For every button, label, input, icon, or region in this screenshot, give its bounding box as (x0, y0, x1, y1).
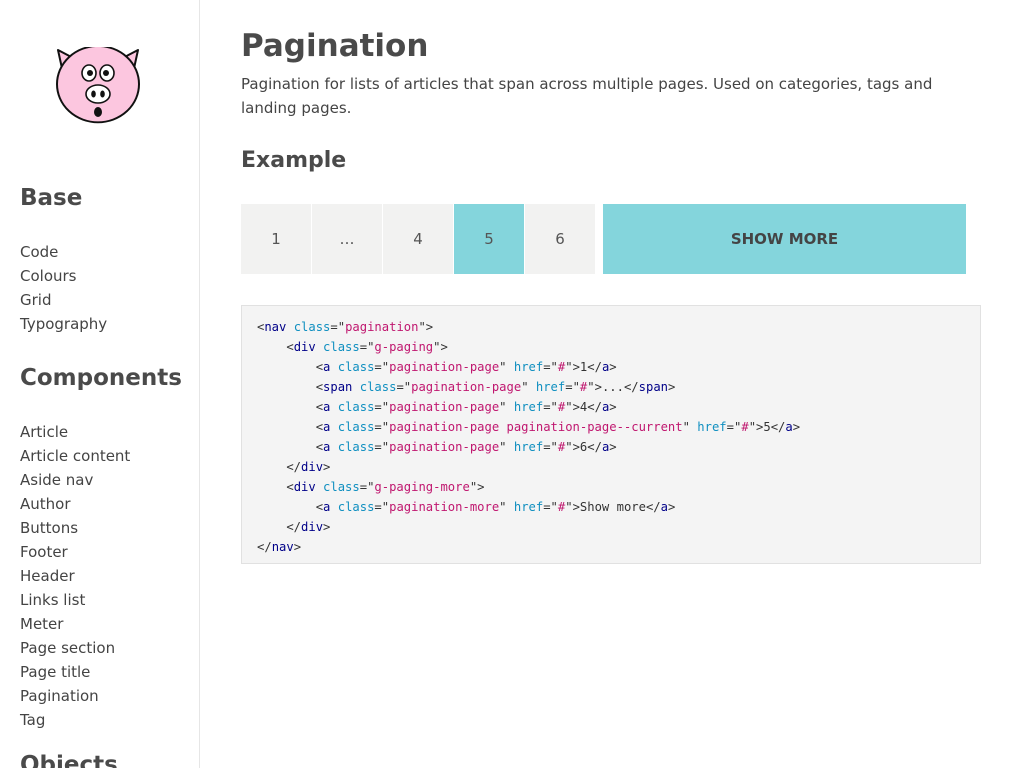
sidebar-item-links-list[interactable]: Links list (20, 588, 130, 612)
code-line: <a class="pagination-page pagination-pag… (257, 420, 801, 434)
code-line: <a class="pagination-page" href="#">6</a… (257, 440, 617, 454)
sidebar-item-footer[interactable]: Footer (20, 540, 130, 564)
nav-heading-objects: Objects (20, 752, 118, 768)
sidebar-item-tag[interactable]: Tag (20, 708, 130, 732)
page-intro: Pagination for lists of articles that sp… (241, 75, 933, 117)
code-line: <a class="pagination-more" href="#">Show… (257, 500, 676, 514)
pagination-ellipsis: … (312, 204, 382, 274)
nav-heading-components: Components (20, 365, 182, 391)
sidebar-item-author[interactable]: Author (20, 492, 130, 516)
pagination-page-1[interactable]: 1 (241, 204, 311, 274)
sidebar-item-page-section[interactable]: Page section (20, 636, 130, 660)
sidebar-item-page-title[interactable]: Page title (20, 660, 130, 684)
page-title: Pagination (241, 28, 429, 64)
code-line: </div> (257, 520, 331, 534)
sidebar: Base Code Colours Grid Typography Compon… (0, 0, 200, 768)
pagination-page-4[interactable]: 4 (383, 204, 453, 274)
sidebar-item-aside-nav[interactable]: Aside nav (20, 468, 130, 492)
code-line: </nav> (257, 540, 302, 554)
code-line: <span class="pagination-page" href="#">.… (257, 380, 676, 394)
nav-list-components: Article Article content Aside nav Author… (20, 420, 130, 732)
show-more-button[interactable]: Show more (603, 204, 966, 274)
code-listing: <nav class="pagination"> <div class="g-p… (242, 306, 980, 557)
code-line: <div class="g-paging"> (257, 340, 448, 354)
sidebar-item-buttons[interactable]: Buttons (20, 516, 130, 540)
sidebar-item-article-content[interactable]: Article content (20, 444, 130, 468)
sidebar-item-article[interactable]: Article (20, 420, 130, 444)
pagination-page-current[interactable]: 5 (454, 204, 524, 274)
sidebar-item-typography[interactable]: Typography (20, 312, 107, 336)
nav-heading-base: Base (20, 185, 83, 211)
example-heading: Example (241, 148, 347, 173)
sidebar-item-meter[interactable]: Meter (20, 612, 130, 636)
code-example: <nav class="pagination"> <div class="g-p… (241, 305, 981, 564)
sidebar-item-grid[interactable]: Grid (20, 288, 107, 312)
code-line: <a class="pagination-page" href="#">4</a… (257, 400, 617, 414)
pig-face-icon[interactable] (53, 47, 143, 127)
code-line: <a class="pagination-page" href="#">1</a… (257, 360, 617, 374)
code-line: </div> (257, 460, 331, 474)
sidebar-item-header[interactable]: Header (20, 564, 130, 588)
pagination-page-6[interactable]: 6 (525, 204, 595, 274)
sidebar-item-code[interactable]: Code (20, 240, 107, 264)
sidebar-item-pagination[interactable]: Pagination (20, 684, 130, 708)
sidebar-item-colours[interactable]: Colours (20, 264, 107, 288)
pagination-example: 1 … 4 5 6 Show more (241, 204, 966, 274)
code-line: <div class="g-paging-more"> (257, 480, 485, 494)
code-line: <nav class="pagination"> (257, 320, 434, 334)
nav-list-base: Code Colours Grid Typography (20, 240, 107, 336)
